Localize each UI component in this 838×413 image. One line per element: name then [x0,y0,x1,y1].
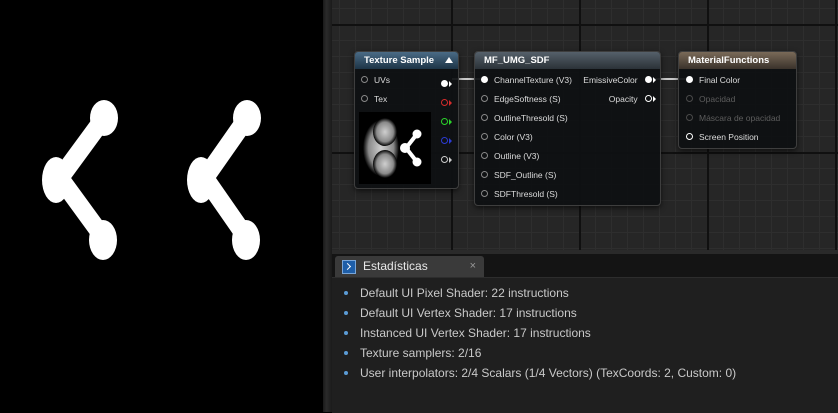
output-pin-icon[interactable] [645,95,652,103]
bullet-icon [344,330,348,335]
pin-emissive-color[interactable]: EmissiveColor [583,73,656,87]
input-pin-icon[interactable] [481,114,488,122]
texture-sample-node[interactable]: Texture Sample UVs Tex [354,51,459,189]
output-pin-r[interactable] [441,95,452,113]
pin-edge-softness[interactable]: EdgeSoftness (S) [481,92,561,106]
pin-blue-icon [441,137,448,145]
input-pin-icon[interactable] [481,133,488,141]
pin-uvs[interactable]: UVs [361,73,390,87]
material-functions-node[interactable]: MaterialFunctions Final Color Opacidad M… [678,51,797,149]
material-functions-node-title: MaterialFunctions [679,52,796,69]
stats-panel: Estadísticas × Default UI Pixel Shader: … [332,250,838,413]
pin-screen-position[interactable]: Screen Position [686,130,759,144]
input-pin-icon[interactable] [481,152,488,160]
pin-sdf-thresold[interactable]: SDFThresold (S) [481,187,558,201]
mf-umg-sdf-node[interactable]: MF_UMG_SDF ChannelTexture (V3) EdgeSoftn… [474,51,661,206]
pin-color[interactable]: Color (V3) [481,130,533,144]
share-icon-preview [42,100,261,260]
input-pin-icon [686,95,693,103]
output-pin-icon[interactable] [645,76,652,84]
close-icon[interactable]: × [470,260,476,272]
pin-opacidad: Opacidad [686,92,735,106]
pin-outline-thresold[interactable]: OutlineThresold (S) [481,111,568,125]
input-pin-icon[interactable] [481,171,488,179]
pin-channel-texture[interactable]: ChannelTexture (V3) [481,73,572,87]
stats-icon [342,260,356,274]
pin-sdf-outline[interactable]: SDF_Outline (S) [481,168,556,182]
share-icon-soft [42,100,118,260]
stats-content: Default UI Pixel Shader: 22 instructions… [332,277,838,413]
output-pin-a[interactable] [441,152,452,170]
input-pin-icon[interactable] [686,133,693,141]
stat-line: Instanced UI Vertex Shader: 17 instructi… [344,326,591,340]
pin-mascara-opacidad: Máscara de opacidad [686,111,780,125]
pin-red-icon [441,99,448,107]
texture-thumbnail [359,112,431,184]
input-pin-icon[interactable] [686,76,693,84]
pin-green-icon [441,118,448,126]
texture-sample-node-title: Texture Sample [355,52,458,69]
stat-line: Default UI Vertex Shader: 17 instruction… [344,306,577,320]
bullet-icon [344,350,348,355]
output-pin-rgb[interactable] [441,76,452,94]
stats-tab-bar: Estadísticas × [332,250,838,278]
pin-white-icon [441,80,448,88]
pin-opacity[interactable]: Opacity [609,92,656,106]
mf-umg-sdf-node-title: MF_UMG_SDF [475,52,660,69]
input-pin-icon[interactable] [361,95,368,103]
pin-final-color[interactable]: Final Color [686,73,740,87]
tab-estadisticas[interactable]: Estadísticas × [335,256,484,278]
collapse-arrow-icon[interactable] [445,57,453,63]
tab-label: Estadísticas [363,259,428,273]
input-pin-icon[interactable] [481,95,488,103]
bullet-icon [344,370,348,375]
output-pin-b[interactable] [441,133,452,151]
pin-outline[interactable]: Outline (V3) [481,149,539,163]
input-pin-icon[interactable] [481,190,488,198]
pin-gray-icon [441,156,448,164]
pin-tex[interactable]: Tex [361,92,387,106]
bullet-icon [344,310,348,315]
stat-line: Default UI Pixel Shader: 22 instructions [344,286,569,300]
bullet-icon [344,290,348,295]
input-pin-icon [686,114,693,122]
stat-line: Texture samplers: 2/16 [344,346,481,360]
material-graph-canvas[interactable]: Texture Sample UVs Tex MF_UMG_SDF Channe… [332,0,838,250]
material-preview-viewport[interactable] [0,0,323,412]
share-icon-sharp [187,100,261,260]
output-pin-g[interactable] [441,114,452,132]
input-pin-icon[interactable] [481,76,488,84]
input-pin-icon[interactable] [361,76,368,84]
panel-splitter[interactable] [323,0,332,412]
stat-line: User interpolators: 2/4 Scalars (1/4 Vec… [344,366,736,380]
